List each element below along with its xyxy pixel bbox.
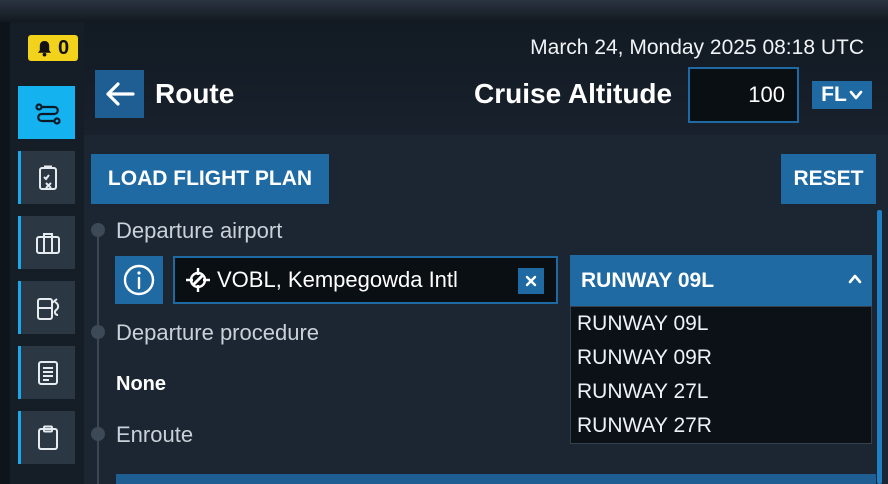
briefcase-icon: [36, 232, 60, 254]
cruise-altitude-input[interactable]: 100: [688, 67, 799, 123]
runway-option[interactable]: RUNWAY 27R: [571, 409, 871, 443]
sidebar-item-briefcase[interactable]: [18, 216, 75, 269]
top-status-bar: [0, 0, 888, 22]
info-icon: [123, 264, 155, 296]
cruise-altitude-label: Cruise Altitude: [474, 78, 673, 109]
back-button[interactable]: [95, 70, 144, 118]
sidebar-item-checklist[interactable]: [18, 151, 75, 204]
load-flight-plan-button[interactable]: LOAD FLIGHT PLAN: [91, 154, 329, 204]
runway-dropdown[interactable]: RUNWAY 09L: [570, 255, 872, 306]
datetime-label: March 24, Monday 2025 08:18 UTC: [530, 36, 864, 59]
sidebar-item-clipboard[interactable]: [18, 411, 75, 464]
runway-option[interactable]: RUNWAY 09R: [571, 341, 871, 375]
timeline-dot-departure-airport: [91, 223, 105, 237]
enroute-bar[interactable]: [116, 474, 876, 484]
sidebar-item-fuel[interactable]: [18, 281, 75, 334]
runway-dropdown-list: RUNWAY 09L RUNWAY 09R RUNWAY 27L RUNWAY …: [570, 306, 872, 444]
route-timeline: [97, 230, 99, 484]
page-title: Route: [155, 78, 235, 109]
route-icon: [35, 102, 61, 125]
timeline-dot-enroute: [91, 427, 105, 441]
fuel-icon: [37, 297, 60, 320]
clipboard-icon: [38, 425, 58, 450]
departure-airport-label: Departure airport: [116, 218, 283, 243]
departure-airport-input[interactable]: VOBL, Kempegowda Intl: [173, 256, 558, 304]
chevron-up-icon: [848, 274, 862, 284]
sidebar-item-notes[interactable]: [18, 346, 75, 399]
departure-procedure-label: Departure procedure: [116, 320, 320, 345]
altitude-unit-label: FL: [821, 83, 847, 106]
reset-button[interactable]: RESET: [781, 154, 876, 204]
sidebar-item-route[interactable]: [18, 86, 75, 139]
close-icon: [525, 275, 537, 287]
runway-selected-label: RUNWAY 09L: [581, 268, 715, 292]
chevron-down-icon: [849, 90, 863, 100]
airport-info-button[interactable]: [115, 256, 163, 304]
clear-airport-button[interactable]: [518, 268, 544, 294]
runway-option[interactable]: RUNWAY 27L: [571, 375, 871, 409]
notes-icon: [38, 360, 58, 385]
notification-count: 0: [57, 36, 70, 59]
timeline-dot-departure-procedure: [91, 325, 105, 339]
scrollbar[interactable]: [877, 210, 882, 484]
departure-procedure-value[interactable]: None: [116, 373, 166, 396]
notification-badge[interactable]: 0: [28, 35, 78, 61]
crosshair-icon: [186, 268, 210, 292]
altitude-unit-dropdown[interactable]: FL: [812, 81, 872, 109]
bell-icon: [37, 40, 51, 56]
arrow-left-icon: [105, 82, 135, 106]
checklist-icon: [39, 165, 57, 190]
enroute-label: Enroute: [116, 422, 194, 447]
departure-airport-value: VOBL, Kempegowda Intl: [217, 267, 458, 292]
runway-option[interactable]: RUNWAY 09L: [571, 307, 871, 341]
